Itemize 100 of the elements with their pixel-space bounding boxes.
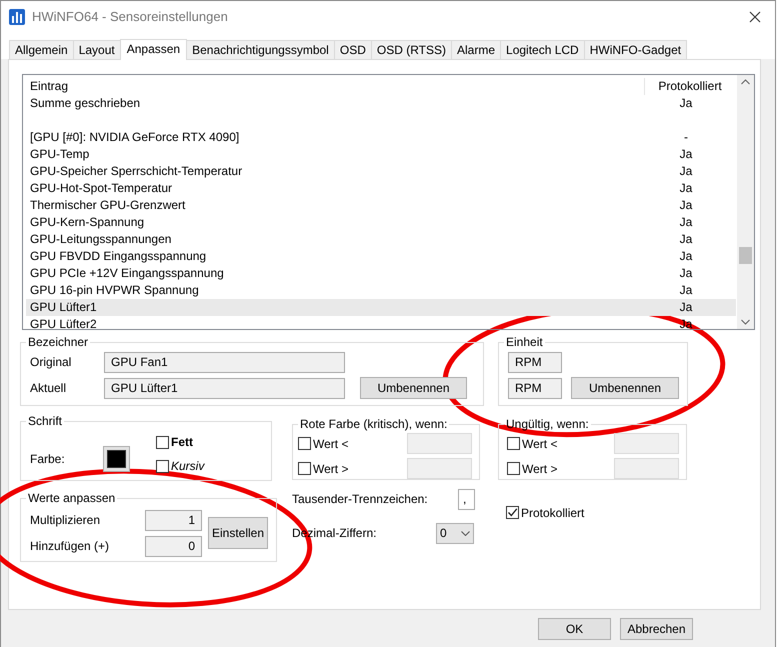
checkbox[interactable]	[156, 460, 169, 472]
chevron-down-icon	[461, 530, 470, 536]
group-title: Bezeichner	[27, 336, 90, 349]
entry-text: GPU Lüfter2	[29, 316, 98, 329]
checkbox-label: Wert >	[313, 462, 348, 476]
field-label: Aktuell	[30, 381, 68, 395]
entry-text: GPU Lüfter1	[29, 299, 98, 316]
input-field[interactable]: 0	[145, 536, 202, 556]
checkbox-label: Kursiv	[171, 459, 204, 473]
checkbox-label: Wert <	[522, 436, 558, 450]
logged-text: Ja	[678, 180, 694, 197]
app-icon	[9, 8, 25, 24]
input-field[interactable]: GPU Lüfter1	[104, 378, 345, 398]
checkbox-label: Fett	[171, 435, 193, 449]
logged-text: Ja	[678, 282, 694, 299]
list-row[interactable]: GPU-Temp Ja	[26, 146, 736, 163]
checkbox-label: Wert <	[313, 436, 348, 450]
tab[interactable]: OSD (RTSS)	[370, 40, 452, 59]
entry-text: Thermischer GPU-Grenzwert	[29, 197, 186, 214]
list-row[interactable]: Thermischer GPU-Grenzwert Ja	[26, 197, 736, 214]
apply-button[interactable]: Einstellen	[208, 516, 268, 548]
checkbox[interactable]	[507, 462, 520, 475]
tab[interactable]: Allgemein	[9, 40, 74, 59]
input-field[interactable]: RPM	[508, 352, 562, 372]
logged-text: Ja	[678, 197, 694, 214]
close-icon[interactable]	[749, 10, 761, 22]
tab[interactable]: Layout	[72, 40, 121, 59]
field-label: Multiplizieren	[30, 513, 102, 527]
list-row[interactable]: GPU-Speicher Sperrschicht-Temperatur Ja	[26, 163, 736, 180]
checkbox-label: Protokolliert	[521, 506, 584, 520]
group-title: Ungültig, wenn:	[505, 418, 590, 431]
logged-text: Ja	[678, 231, 694, 248]
group-title: Werte anpassen	[27, 492, 116, 505]
color-button[interactable]	[103, 446, 130, 472]
entry-text: Summe geschrieben	[29, 95, 142, 112]
rename-button[interactable]: Umbenennen	[360, 377, 467, 399]
logged-text: Ja	[678, 248, 694, 265]
scroll-up-icon[interactable]	[741, 79, 750, 85]
entry-text: GPU-Temp	[29, 146, 90, 163]
column-header: Eintrag	[26, 78, 645, 95]
input-field[interactable]: RPM	[508, 378, 562, 398]
rename-button[interactable]: Umbenennen	[571, 377, 679, 399]
window-title: HWiNFO64 - Sensoreinstellungen	[32, 9, 228, 24]
scrollbar[interactable]	[737, 75, 754, 329]
tab[interactable]: Logitech LCD	[500, 40, 585, 59]
dialog-button[interactable]: OK	[538, 618, 611, 640]
entry-text: GPU-Leitungsspannungen	[29, 231, 172, 248]
entry-text: [GPU [#0]: NVIDIA GeForce RTX 4090]	[29, 129, 240, 146]
list-row[interactable]: GPU 16-pin HVPWR Spannung Ja	[26, 282, 736, 299]
input-field[interactable]: GPU Fan1	[104, 352, 345, 372]
group-title: Rote Farbe (kritisch), wenn:	[299, 418, 448, 431]
field-label: Farbe:	[30, 452, 66, 466]
separator-field[interactable]: ,	[458, 488, 475, 510]
checkbox[interactable]	[298, 462, 311, 475]
logged-text: Ja	[678, 214, 694, 231]
list-row[interactable]: GPU-Hot-Spot-Temperatur Ja	[26, 180, 736, 197]
tab[interactable]: HWiNFO-Gadget	[584, 40, 688, 59]
list-row[interactable]: GPU-Leitungsspannungen Ja	[26, 231, 736, 248]
logged-text: Ja	[678, 163, 694, 180]
group-title: Schrift	[27, 415, 64, 428]
tab[interactable]: OSD	[334, 40, 372, 59]
logged-text: Ja	[678, 146, 694, 163]
column-header: Protokolliert	[657, 78, 723, 95]
checkbox[interactable]	[507, 437, 520, 450]
entry-text: GPU PCIe +12V Eingangsspannung	[29, 265, 225, 282]
checkbox[interactable]	[506, 506, 519, 519]
entry-text: GPU-Kern-Spannung	[29, 214, 146, 231]
entry-text: GPU-Speicher Sperrschicht-Temperatur	[29, 163, 244, 180]
decimal-dropdown[interactable]: 0	[436, 522, 474, 544]
sensor-list[interactable]	[22, 74, 755, 330]
entry-text: GPU 16-pin HVPWR Spannung	[29, 282, 200, 299]
field-label: Hinzufügen (+)	[30, 539, 110, 553]
input-field[interactable]: 1	[145, 510, 202, 530]
tab[interactable]: Alarme	[451, 40, 502, 59]
logged-text: Ja	[678, 299, 694, 316]
checkbox[interactable]	[298, 437, 311, 450]
logged-text: Ja	[678, 265, 694, 282]
list-row[interactable]: [GPU [#0]: NVIDIA GeForce RTX 4090] -	[26, 129, 736, 146]
scroll-down-icon[interactable]	[741, 319, 750, 325]
input-field[interactable]	[614, 458, 679, 479]
entry-text: GPU-Hot-Spot-Temperatur	[29, 180, 174, 197]
list-row[interactable]: GPU Lüfter1 Ja	[26, 299, 736, 316]
dialog-button[interactable]: Abbrechen	[620, 618, 693, 640]
list-row[interactable]: GPU PCIe +12V Eingangsspannung Ja	[26, 265, 736, 282]
input-field[interactable]	[407, 433, 472, 454]
tab[interactable]: Benachrichtigungssymbol	[186, 40, 335, 59]
field-label: Original	[30, 355, 72, 369]
input-field[interactable]	[614, 433, 679, 454]
list-row[interactable]: Summe geschrieben Ja	[26, 95, 736, 112]
logged-text: -	[683, 129, 689, 146]
list-row[interactable]: GPU-Kern-Spannung Ja	[26, 214, 736, 231]
entry-text: GPU FBVDD Eingangsspannung	[29, 248, 208, 265]
scroll-thumb[interactable]	[739, 247, 752, 264]
field-label: Tausender-Trennzeichen:	[292, 492, 428, 506]
checkbox-label: Wert >	[522, 462, 558, 476]
logged-text: Ja	[678, 95, 694, 112]
list-row[interactable]: GPU FBVDD Eingangsspannung Ja	[26, 248, 736, 265]
input-field[interactable]	[407, 458, 472, 479]
checkbox[interactable]	[156, 436, 169, 448]
tab[interactable]: Anpassen	[120, 39, 188, 60]
